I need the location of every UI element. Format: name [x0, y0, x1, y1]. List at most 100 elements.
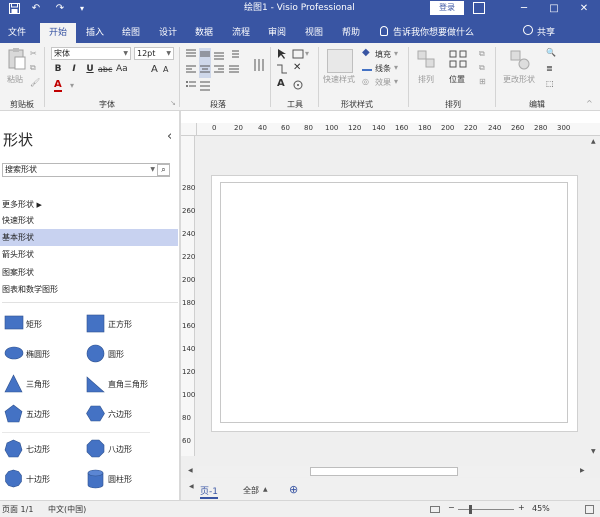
shrink-font-button[interactable]: A [163, 65, 168, 74]
tab-view[interactable]: 视图 [297, 23, 331, 43]
font-family-select[interactable]: 宋体 ▼ [51, 47, 131, 60]
page-tab-1[interactable]: 页-1 [200, 484, 218, 499]
effects-button[interactable]: 效果 [375, 77, 391, 88]
tab-home[interactable]: 开始 [40, 23, 76, 43]
tell-me-input[interactable]: 告诉我你想要做什么 [393, 25, 474, 38]
bold-button[interactable]: B [52, 64, 64, 74]
zoom-level[interactable]: 45% [532, 504, 550, 513]
paste-icon[interactable] [6, 47, 26, 71]
stencil-quick-shapes[interactable]: 快速形状 [0, 212, 178, 229]
all-pages-button[interactable]: 全部 [243, 485, 259, 496]
login-button[interactable]: 登录 [430, 1, 464, 15]
zoom-out-button[interactable]: − [448, 503, 455, 512]
grow-font-button[interactable]: A [151, 64, 158, 75]
restore-button[interactable]: □ [540, 0, 568, 17]
fit-page-icon[interactable] [585, 505, 594, 514]
add-page-button[interactable]: ⊕ [289, 483, 298, 496]
search-icon[interactable]: ⌕ [157, 164, 170, 176]
stencil-pattern-shapes[interactable]: 图案形状 [0, 264, 178, 281]
prev-page-icon[interactable]: ◀ [189, 483, 194, 490]
connection-point-icon[interactable] [292, 79, 304, 94]
language-indicator[interactable]: 中文(中国) [48, 504, 86, 515]
align-center-icon[interactable] [199, 63, 211, 78]
align-middle-icon[interactable] [199, 48, 211, 63]
zoom-in-button[interactable]: + [518, 503, 525, 512]
text-direction-icon[interactable] [253, 58, 265, 75]
tab-help[interactable]: 帮助 [334, 23, 368, 43]
quick-styles-label[interactable]: 快速样式 [323, 74, 355, 85]
undo-icon[interactable]: ↶ [28, 0, 44, 17]
collapse-panel-button[interactable]: ‹ [167, 129, 172, 144]
horizontal-scroll-thumb[interactable] [310, 467, 458, 476]
close-button[interactable]: ✕ [570, 0, 598, 17]
arrange-icon[interactable] [416, 49, 436, 71]
stencil-chart-math-shapes[interactable]: 图表和数学图形 [0, 281, 178, 298]
tab-process[interactable]: 流程 [224, 23, 258, 43]
share-button[interactable]: 共享 [537, 25, 555, 38]
change-shape-button[interactable]: 更改形状 [503, 74, 535, 85]
ribbon-display-icon[interactable] [473, 2, 485, 14]
font-color-button[interactable]: A [54, 80, 62, 92]
rectangle-tool-dropdown-icon[interactable]: ▾ [305, 49, 309, 58]
font-size-select[interactable]: 12pt ▼ [134, 47, 174, 60]
align-right-icon[interactable] [213, 63, 225, 78]
cut-icon[interactable]: ✂ [30, 49, 37, 58]
underline-button[interactable]: U [84, 64, 96, 74]
scroll-left-icon[interactable]: ◀ [188, 467, 193, 474]
page-indicator[interactable]: 页面 1/1 [2, 504, 33, 515]
find-icon[interactable]: 🔍 [546, 48, 556, 57]
redo-icon[interactable]: ↷ [52, 0, 68, 17]
change-shape-icon[interactable] [509, 49, 531, 71]
line-spacing-icon[interactable] [199, 79, 211, 94]
tab-design[interactable]: 设计 [151, 23, 185, 43]
text-tool-icon[interactable]: A [277, 78, 285, 89]
tab-data[interactable]: 数据 [187, 23, 221, 43]
all-pages-dropdown-icon[interactable]: ▲ [263, 486, 268, 493]
position-icon[interactable] [448, 49, 468, 71]
scroll-right-icon[interactable]: ▶ [580, 467, 585, 474]
italic-button[interactable]: I [68, 64, 80, 74]
change-case-button[interactable]: Aa [116, 64, 128, 74]
align-bottom-icon[interactable] [213, 48, 225, 63]
align-left-icon[interactable] [185, 63, 197, 78]
connector-tool-icon[interactable] [276, 63, 288, 78]
format-painter-icon[interactable]: 🖌 [30, 78, 40, 87]
zoom-slider[interactable] [458, 509, 514, 510]
bring-forward-icon[interactable]: ⧉ [479, 49, 485, 59]
bullets-icon[interactable] [185, 79, 197, 94]
vertical-scrollbar[interactable] [590, 136, 600, 456]
line-dropdown-icon[interactable]: ▾ [394, 63, 398, 72]
search-dropdown-icon[interactable]: ▼ [150, 164, 155, 176]
stencil-arrow-shapes[interactable]: 箭头形状 [0, 246, 178, 263]
tab-file[interactable]: 文件 [0, 23, 34, 43]
zoom-slider-thumb[interactable] [469, 505, 472, 514]
copy-icon[interactable]: ⧉ [30, 63, 36, 73]
font-dialog-launcher-icon[interactable]: ↘ [170, 99, 176, 107]
tab-insert[interactable]: 插入 [78, 23, 112, 43]
decrease-indent-icon[interactable] [228, 48, 240, 63]
fill-dropdown-icon[interactable]: ▾ [394, 49, 398, 58]
select-icon[interactable]: ⬚ [546, 79, 554, 88]
stencil-basic-shapes[interactable]: 基本形状 [0, 229, 178, 246]
position-button[interactable]: 位置 [449, 74, 465, 85]
minimize-button[interactable]: ─ [510, 0, 538, 17]
send-backward-icon[interactable]: ⧉ [479, 63, 485, 73]
fill-button[interactable]: 填充 [375, 49, 391, 60]
layers-icon[interactable]: ≣ [546, 64, 553, 73]
more-shapes-menu[interactable]: 更多形状 ▶ [0, 196, 178, 213]
qat-more-icon[interactable]: ▾ [74, 0, 90, 17]
arrange-button[interactable]: 排列 [418, 74, 434, 85]
line-button[interactable]: 线条 [375, 63, 391, 74]
font-color-dropdown-icon[interactable]: ▾ [70, 81, 74, 90]
align-top-icon[interactable] [185, 48, 197, 63]
close-icon[interactable]: ✕ [293, 62, 301, 73]
scroll-up-icon[interactable]: ▲ [591, 138, 596, 145]
quick-styles-icon[interactable] [327, 49, 353, 73]
justify-icon[interactable] [228, 63, 240, 78]
strikethrough-button[interactable]: abc [98, 65, 112, 74]
pointer-tool-icon[interactable] [276, 48, 288, 63]
collapse-ribbon-icon[interactable]: ^ [586, 99, 593, 108]
tab-draw[interactable]: 绘图 [114, 23, 148, 43]
search-shapes-input[interactable]: 搜索形状 ▼ [2, 163, 170, 177]
scroll-down-icon[interactable]: ▼ [591, 448, 596, 455]
